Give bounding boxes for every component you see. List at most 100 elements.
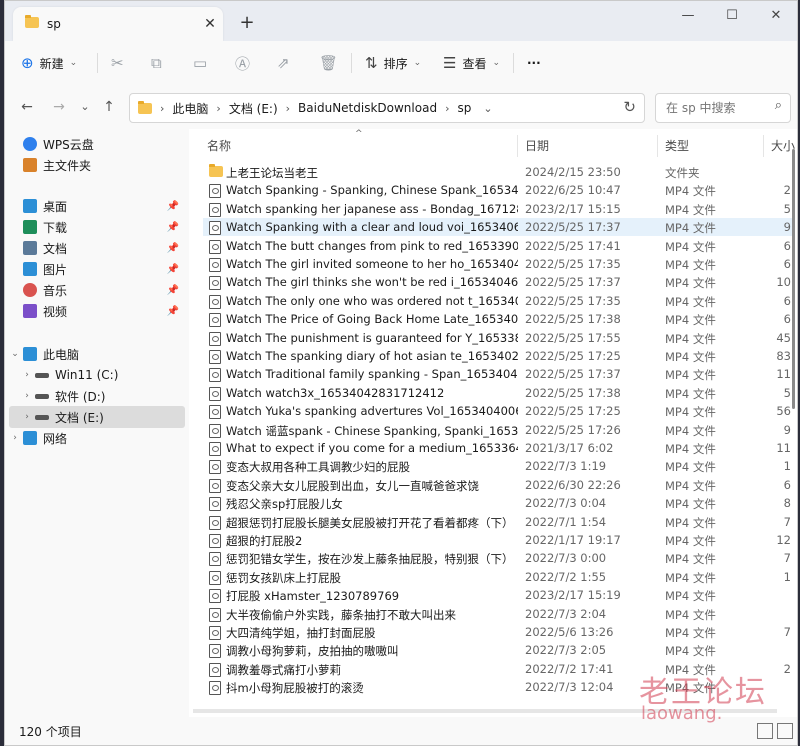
pin-icon[interactable]: 📌 xyxy=(167,264,179,275)
delete-button[interactable]: 🗑 xyxy=(319,49,338,77)
breadcrumb-item[interactable]: BaiduNetdiskDownload xyxy=(298,101,437,115)
file-row[interactable]: Watch Yuka's spanking advertures Vol_165… xyxy=(203,402,793,420)
sidebar-item-drive-c[interactable]: › Win11 (C:) xyxy=(9,364,185,386)
pin-icon[interactable]: 📌 xyxy=(167,285,179,296)
copy-button[interactable]: ⧉ xyxy=(151,49,162,77)
file-date: 2022/7/2 17:41 xyxy=(525,661,614,676)
file-row[interactable]: 调教小母狗萝莉，皮拍抽的嗷嗷叫 2022/7/3 2:05 MP4 文件 xyxy=(203,641,793,659)
file-row[interactable]: Watch The Price of Going Back Home Late_… xyxy=(203,310,793,328)
sidebar-item-home[interactable]: 主文件夹 xyxy=(9,154,185,176)
file-row[interactable]: 残忍父亲sp打屁股儿女 2022/7/3 0:04 MP4 文件 8 xyxy=(203,494,793,512)
file-row[interactable]: 打屁股 xHamster_1230789769 2023/2/17 15:19 MP… xyxy=(203,586,793,604)
chevron-right-icon[interactable]: › xyxy=(21,412,33,422)
file-row[interactable]: 惩罚犯错女学生，按在沙发上藤条抽屁股，特别狠（下） 2022/7/3 0:00 MP… xyxy=(203,549,793,567)
file-row[interactable]: Watch watch3x_16534042831712412 2022/5/25… xyxy=(203,384,793,402)
cut-button[interactable]: ✂ xyxy=(111,49,124,77)
sidebar-item-drive-e[interactable]: › 文档 (E:) xyxy=(9,406,185,428)
sidebar-item-music[interactable]: 音乐 📌 xyxy=(9,279,185,301)
sidebar-item-this-pc[interactable]: ⌄ 此电脑 xyxy=(9,343,185,365)
back-arrow-icon[interactable]: ← xyxy=(17,97,37,117)
more-button[interactable]: ··· xyxy=(527,49,541,77)
file-row[interactable]: Watch The butt changes from pink to red_… xyxy=(203,237,793,255)
music-icon xyxy=(23,283,37,297)
file-row[interactable]: Watch 谣蓝spank - Chinese Spanking, Spanki… xyxy=(203,421,793,439)
chevron-down-icon: ⌄ xyxy=(69,58,78,68)
file-row[interactable]: Watch The punishment is guaranteed for Y… xyxy=(203,329,793,347)
refresh-icon[interactable]: ↻ xyxy=(623,98,636,116)
forward-arrow-icon[interactable]: → xyxy=(49,97,69,117)
file-name: Watch The butt changes from pink to red_… xyxy=(226,238,518,253)
tab-sp[interactable]: sp ✕ xyxy=(13,7,223,41)
file-row[interactable]: 上老王论坛当老王 2024/2/15 23:50 文件夹 xyxy=(203,163,793,181)
up-arrow-icon[interactable]: ↑ xyxy=(99,97,119,117)
file-row[interactable]: 大半夜偷偷户外实践，藤条抽打不敢大叫出来 2022/7/3 2:04 MP4 文件 xyxy=(203,605,793,623)
close-window-button[interactable]: ✕ xyxy=(757,5,795,27)
divider[interactable] xyxy=(763,135,764,157)
chevron-down-icon[interactable]: ⌄ xyxy=(9,349,21,359)
column-header-type[interactable]: 类型 xyxy=(665,137,689,155)
column-header-name[interactable]: 名称 xyxy=(207,137,231,155)
file-row[interactable]: Watch The spanking diary of hot asian te… xyxy=(203,347,793,365)
pin-icon[interactable]: 📌 xyxy=(167,222,179,233)
divider[interactable] xyxy=(657,135,658,157)
file-row[interactable]: 变态大叔用各种工具调教少妇的屁股 2022/7/3 1:19 MP4 文件 1 xyxy=(203,457,793,475)
sidebar-item-downloads[interactable]: 下载 📌 xyxy=(9,216,185,238)
vertical-scrollbar[interactable] xyxy=(792,149,795,409)
file-row[interactable]: Watch Spanking - Spanking, Chinese Spank… xyxy=(203,181,793,199)
sidebar-item-wps-cloud[interactable]: WPS云盘 xyxy=(9,133,185,155)
file-row[interactable]: 惩罚女孩趴床上打屁股 2022/7/2 1:55 MP4 文件 1 xyxy=(203,568,793,586)
details-view-button[interactable] xyxy=(757,723,773,739)
file-row[interactable]: 大四清纯学姐，抽打封面屁股 2022/5/6 13:26 MP4 文件 7 xyxy=(203,623,793,641)
chevron-right-icon[interactable]: › xyxy=(9,433,21,443)
chevron-right-icon[interactable]: › xyxy=(21,370,33,380)
file-name: Watch watch3x_16534042831712412 xyxy=(226,385,445,400)
cloud-icon xyxy=(23,137,37,151)
file-row[interactable]: 超狠惩罚打屁股长腿美女屁股被打开花了看着都疼（下） 2022/7/1 1:54 MP… xyxy=(203,513,793,531)
file-row[interactable]: What to expect if you come for a medium_… xyxy=(203,439,793,457)
chevron-down-icon[interactable]: ⌄ xyxy=(483,102,492,115)
rename-button[interactable]: Ⓐ xyxy=(235,49,250,77)
address-bar[interactable]: › 此电脑 › 文档 (E:) › BaiduNetdiskDownload ›… xyxy=(129,93,645,123)
pin-icon[interactable]: 📌 xyxy=(167,306,179,317)
breadcrumb-item[interactable]: 文档 (E:) xyxy=(229,100,278,117)
breadcrumb-item[interactable]: 此电脑 xyxy=(172,100,208,117)
new-tab-button[interactable]: + xyxy=(235,11,259,35)
new-button[interactable]: ⊕ 新建 ⌄ xyxy=(21,49,77,77)
file-row[interactable]: 超狠的打屁股2 2022/1/17 19:17 MP4 文件 12 xyxy=(203,531,793,549)
file-name: Watch 谣蓝spank - Chinese Spanking, Spanki… xyxy=(226,423,518,438)
sidebar-item-documents[interactable]: 文档 📌 xyxy=(9,237,185,259)
maximize-button[interactable]: ☐ xyxy=(713,5,751,27)
divider[interactable] xyxy=(517,135,518,157)
chevron-right-icon[interactable]: › xyxy=(21,391,33,401)
sidebar-item-desktop[interactable]: 桌面 📌 xyxy=(9,195,185,217)
search-input[interactable] xyxy=(664,94,768,122)
file-type: MP4 文件 xyxy=(665,202,716,217)
recent-chevron-icon[interactable]: ⌄ xyxy=(75,97,95,117)
sidebar-item-pictures[interactable]: 图片 📌 xyxy=(9,258,185,280)
sidebar-item-drive-d[interactable]: › 软件 (D:) xyxy=(9,385,185,407)
file-row[interactable]: Watch Spanking with a clear and loud voi… xyxy=(203,218,793,237)
paste-button[interactable]: ▭ xyxy=(193,49,207,77)
tab-close-icon[interactable]: ✕ xyxy=(199,13,221,35)
sidebar-item-videos[interactable]: 视频 📌 xyxy=(9,300,185,322)
view-button[interactable]: ☰ 查看 ⌄ xyxy=(443,49,500,77)
share-button[interactable]: ⇗ xyxy=(277,49,290,77)
breadcrumb-item[interactable]: sp xyxy=(457,101,471,115)
file-row[interactable]: Watch The only one who was ordered not t… xyxy=(203,292,793,310)
video-file-icon xyxy=(209,552,221,567)
minimize-button[interactable]: — xyxy=(669,5,707,27)
file-row[interactable]: Watch The girl invited someone to her ho… xyxy=(203,255,793,273)
file-row[interactable]: 变态父亲大女儿屁股到出血，女儿一直喊爸爸求饶 2022/6/30 22:26 MP4… xyxy=(203,476,793,494)
file-row[interactable]: Watch The girl thinks she won't be red i… xyxy=(203,273,793,291)
file-size: 12 xyxy=(776,533,791,547)
column-header-date[interactable]: 日期 xyxy=(525,137,549,155)
pin-icon[interactable]: 📌 xyxy=(167,243,179,254)
file-row[interactable]: Watch spanking her japanese ass - Bondag… xyxy=(203,200,793,218)
sidebar-item-network[interactable]: › 网络 xyxy=(9,427,185,449)
pin-icon[interactable]: 📌 xyxy=(167,201,179,212)
file-date: 2024/2/15 23:50 xyxy=(525,165,621,179)
sort-button[interactable]: ⇅ 排序 ⌄ xyxy=(365,49,421,77)
tiles-view-button[interactable] xyxy=(777,723,793,739)
file-row[interactable]: Watch Traditional family spanking - Span… xyxy=(203,365,793,383)
search-box[interactable]: ⌕ xyxy=(655,93,791,123)
